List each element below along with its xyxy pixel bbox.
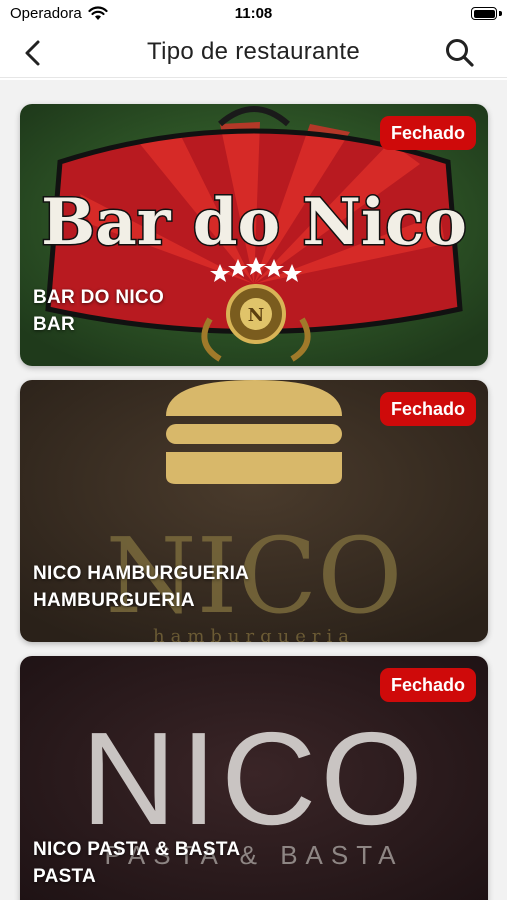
restaurant-type: BAR <box>33 314 76 335</box>
logo-emblem: N <box>248 305 264 326</box>
logo-text: NICO <box>81 705 427 852</box>
battery-tip <box>499 11 502 16</box>
status-bar: Operadora 11:08 <box>0 0 507 28</box>
restaurant-type: PASTA <box>33 866 97 887</box>
status-badge: Fechado <box>379 116 476 150</box>
restaurant-info: BAR DO NICO BAR <box>33 284 164 338</box>
status-badge: Fechado <box>379 392 476 426</box>
page-title: Tipo de restaurante <box>147 38 360 65</box>
status-badge: Fechado <box>379 668 476 702</box>
search-icon[interactable] <box>443 36 477 70</box>
battery-icon <box>471 7 497 20</box>
restaurant-type: HAMBURGUERIA <box>33 590 195 611</box>
restaurant-list: Bar do Nico N Fechado BAR DO NICO BAR NI… <box>0 80 507 900</box>
restaurant-name: NICO PASTA & BASTA <box>33 839 241 860</box>
restaurant-info: NICO HAMBURGUERIA HAMBURGUERIA <box>33 560 249 614</box>
restaurant-card[interactable]: Bar do Nico N Fechado BAR DO NICO BAR <box>20 104 488 366</box>
restaurant-card[interactable]: NICO hamburgueria Fechado NICO HAMBURGUE… <box>20 380 488 642</box>
status-time: 11:08 <box>234 5 273 22</box>
logo-subtext: hamburgueria <box>153 626 355 642</box>
logo-text: Bar do Nico <box>41 185 467 260</box>
restaurant-info: NICO PASTA & BASTA PASTA <box>33 836 240 890</box>
restaurant-name: NICO HAMBURGUERIA <box>33 563 250 584</box>
restaurant-card[interactable]: NICO PASTA & BASTA Fechado NICO PASTA & … <box>20 656 488 900</box>
navigation-bar: Tipo de restaurante <box>0 28 507 78</box>
restaurant-name: BAR DO NICO <box>33 287 165 308</box>
